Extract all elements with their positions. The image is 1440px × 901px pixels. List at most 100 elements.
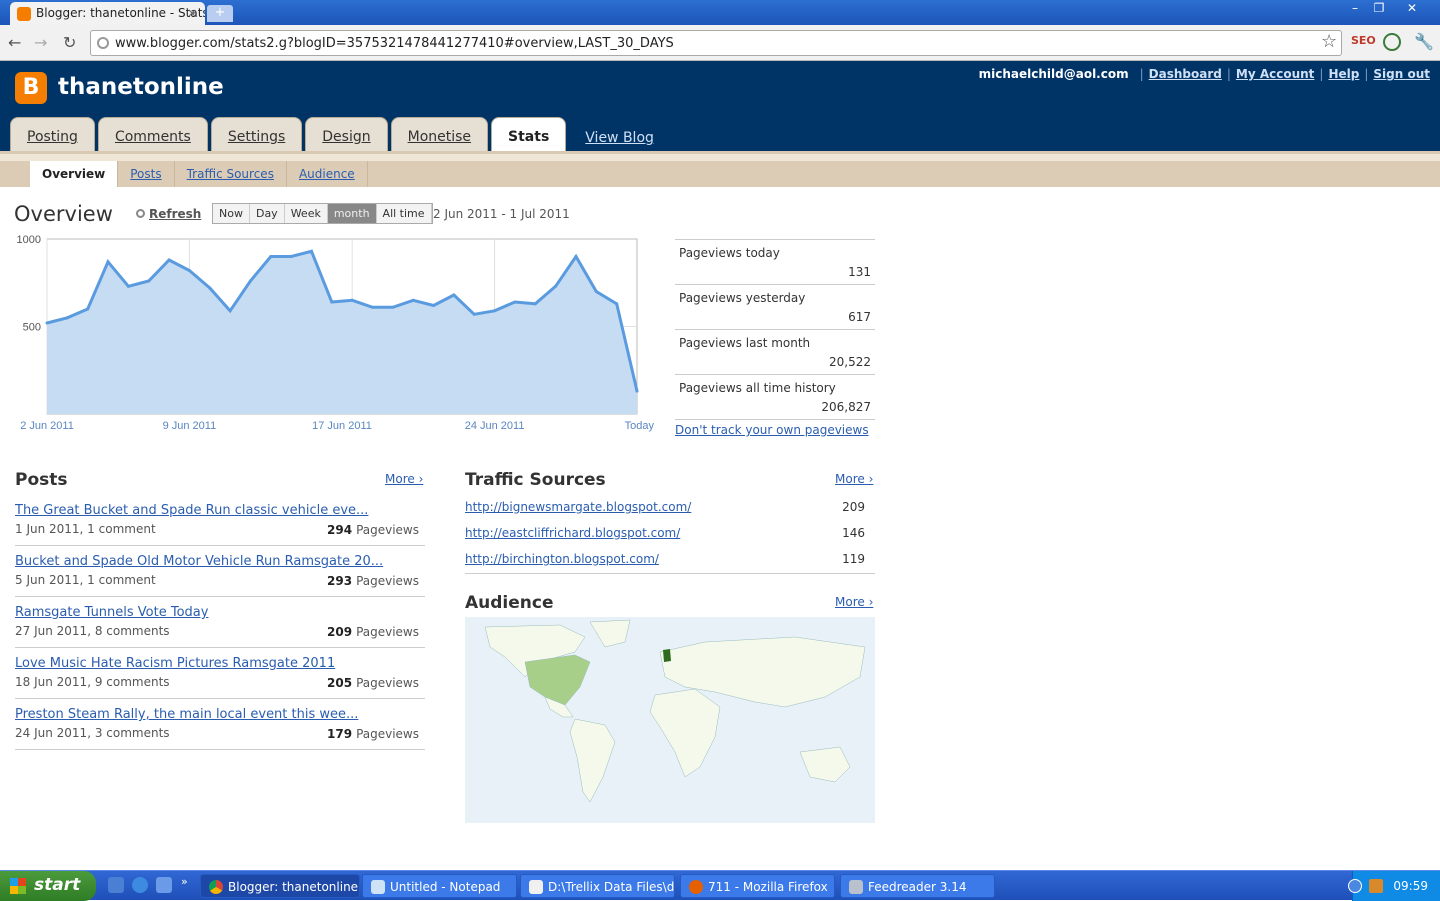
range-now[interactable]: Now: [213, 204, 250, 223]
post-title-link[interactable]: Love Music Hate Racism Pictures Ramsgate…: [15, 656, 335, 671]
refresh-button[interactable]: Refresh: [136, 207, 201, 221]
subtab-traffic-sources[interactable]: Traffic Sources: [175, 161, 287, 187]
new-tab-button[interactable]: +: [207, 5, 233, 22]
tab-label[interactable]: Posting: [27, 129, 78, 145]
address-bar[interactable]: www.blogger.com/stats2.g?blogID=35753214…: [90, 30, 1342, 56]
list-item: Love Music Hate Racism Pictures Ramsgate…: [15, 648, 425, 699]
close-tab-icon[interactable]: ×: [187, 6, 197, 20]
task-trellix[interactable]: D:\Trellix Data Files\d...: [520, 874, 675, 898]
view-blog-link[interactable]: View Blog: [585, 130, 654, 146]
notepad-icon: [371, 880, 385, 894]
tab-label[interactable]: Monetise: [408, 129, 471, 145]
browser-toolbar: ← → ↻ www.blogger.com/stats2.g?blogID=35…: [0, 25, 1440, 61]
summary-value: 617: [848, 310, 871, 324]
data-point: [554, 284, 558, 288]
close-window-icon[interactable]: ✕: [1392, 0, 1432, 16]
help-link[interactable]: Help: [1328, 67, 1359, 81]
range-all-time[interactable]: All time: [376, 204, 432, 223]
summary-label: Pageviews yesterday: [679, 291, 806, 305]
pageview-summary: Pageviews today 131 Pageviews yesterday 61…: [675, 239, 875, 420]
stats-subtabs: Overview Posts Traffic Sources Audience: [0, 161, 1440, 187]
subtab-label[interactable]: Audience: [299, 167, 355, 181]
subtab-label[interactable]: Traffic Sources: [187, 167, 274, 181]
tray-app-icon[interactable]: [1369, 879, 1383, 893]
posts-more-link[interactable]: More ›: [385, 472, 423, 486]
data-point: [411, 298, 415, 302]
sign-out-link[interactable]: Sign out: [1373, 67, 1430, 81]
quicklaunch-ie-icon[interactable]: [132, 877, 148, 893]
subtab-overview[interactable]: Overview: [30, 161, 119, 187]
post-views-count: 209: [327, 625, 353, 639]
dont-track-link[interactable]: Don't track your own pageviews: [675, 423, 869, 437]
chevron-right-icon[interactable]: »: [181, 875, 188, 888]
data-point: [615, 302, 619, 306]
post-pageviews: 179 Pageviews: [327, 727, 419, 741]
blogger-favicon-icon: [17, 7, 31, 21]
tab-settings[interactable]: Settings: [210, 117, 303, 151]
start-label: start: [34, 875, 81, 895]
traffic-more-link[interactable]: More ›: [835, 472, 873, 486]
subtab-audience[interactable]: Audience: [287, 161, 368, 187]
post-views-count: 179: [327, 727, 353, 741]
data-point: [126, 284, 130, 288]
seo-extension-icon[interactable]: SEO: [1351, 34, 1376, 47]
quicklaunch-aol-icon[interactable]: [156, 877, 172, 893]
maximize-icon[interactable]: ❐: [1368, 0, 1390, 16]
task-label: 711 - Mozilla Firefox: [708, 880, 828, 894]
browser-tab[interactable]: Blogger: thanetonline - Stats ×: [10, 2, 205, 25]
post-title-link[interactable]: Bucket and Spade Old Motor Vehicle Run R…: [15, 554, 383, 569]
back-icon[interactable]: ←: [8, 33, 21, 52]
firefox-icon: [689, 880, 703, 894]
separator: |: [1226, 67, 1231, 81]
reload-icon[interactable]: ↻: [63, 33, 76, 52]
task-chrome[interactable]: Blogger: thanetonline...: [200, 874, 360, 898]
post-title-link[interactable]: Preston Steam Rally, the main local even…: [15, 707, 358, 722]
quicklaunch-desktop-icon[interactable]: [108, 877, 124, 893]
wrench-icon[interactable]: 🔧: [1414, 32, 1434, 51]
task-notepad[interactable]: Untitled - Notepad: [362, 874, 517, 898]
source-link[interactable]: http://bignewsmargate.blogspot.com/: [465, 500, 691, 514]
source-link[interactable]: http://birchington.blogspot.com/: [465, 552, 659, 566]
bookmark-star-icon[interactable]: ☆: [1321, 31, 1337, 52]
subtab-label[interactable]: Posts: [130, 167, 161, 181]
data-point: [350, 298, 354, 302]
subtab-posts[interactable]: Posts: [118, 161, 175, 187]
tab-label[interactable]: Design: [322, 129, 370, 145]
range-day[interactable]: Day: [249, 204, 285, 223]
minimize-icon[interactable]: –: [1344, 0, 1366, 16]
list-item: Bucket and Spade Old Motor Vehicle Run R…: [15, 546, 425, 597]
my-account-link[interactable]: My Account: [1236, 67, 1315, 81]
chrome-icon: [209, 880, 223, 894]
task-firefox[interactable]: 711 - Mozilla Firefox: [680, 874, 835, 898]
tab-stats[interactable]: Stats: [491, 117, 567, 151]
source-link[interactable]: http://eastcliffrichard.blogspot.com/: [465, 526, 680, 540]
tab-posting[interactable]: Posting: [10, 117, 95, 151]
data-point: [432, 304, 436, 307]
tab-comments[interactable]: Comments: [97, 117, 208, 151]
range-month[interactable]: month: [327, 204, 377, 223]
refresh-label: Refresh: [149, 207, 202, 221]
separator: |: [1319, 67, 1324, 81]
data-point: [513, 300, 517, 304]
feedreader-icon: [849, 880, 863, 894]
magnifier-extension-icon[interactable]: [1383, 33, 1401, 51]
data-point: [289, 255, 293, 258]
tab-label[interactable]: Comments: [115, 129, 191, 145]
pageviews-label: Pageviews: [356, 727, 419, 741]
tab-design[interactable]: Design: [305, 117, 388, 151]
range-week[interactable]: Week: [284, 204, 328, 223]
start-button[interactable]: start: [0, 871, 96, 901]
tab-label[interactable]: Settings: [228, 129, 285, 145]
post-title-link[interactable]: The Great Bucket and Spade Run classic v…: [15, 503, 368, 518]
task-feedreader[interactable]: Feedreader 3.14: [840, 874, 995, 898]
tray-expand-icon[interactable]: [1348, 879, 1362, 893]
forward-icon[interactable]: →: [34, 33, 47, 52]
tab-monetise[interactable]: Monetise: [390, 117, 489, 151]
browser-tab-title: Blogger: thanetonline - Stats: [36, 6, 205, 20]
dashboard-link[interactable]: Dashboard: [1149, 67, 1222, 81]
x-tick-label: 17 Jun 2011: [312, 420, 372, 432]
audience-world-map[interactable]: [465, 617, 875, 823]
post-title-link[interactable]: Ramsgate Tunnels Vote Today: [15, 605, 208, 620]
task-label: D:\Trellix Data Files\d...: [548, 880, 675, 894]
audience-more-link[interactable]: More ›: [835, 595, 873, 609]
